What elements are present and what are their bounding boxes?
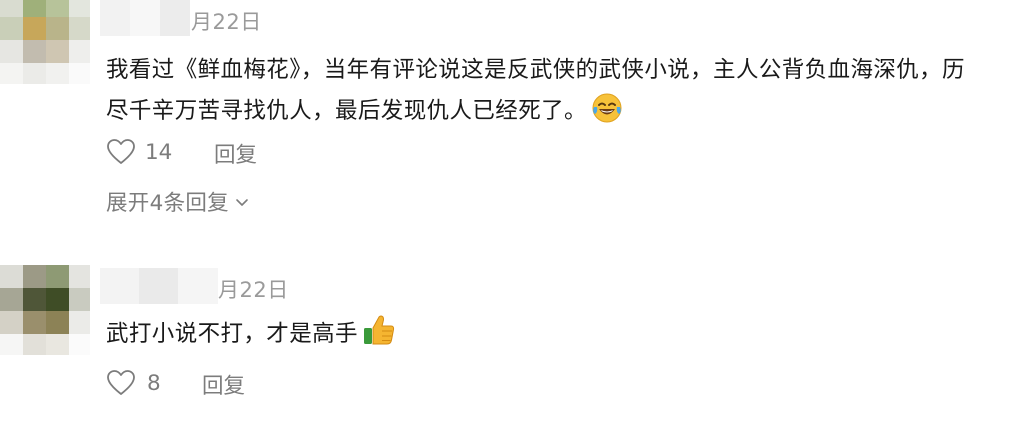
laughing-tears-emoji xyxy=(591,92,623,138)
comment-date: 月22日 xyxy=(218,278,289,302)
expand-replies-button[interactable]: 展开4条回复 xyxy=(106,186,249,217)
username-redacted[interactable] xyxy=(100,268,218,304)
like-button[interactable]: 8 xyxy=(106,369,161,397)
avatar[interactable] xyxy=(0,265,90,355)
like-button[interactable]: 14 xyxy=(106,138,172,166)
heart-icon xyxy=(106,369,136,397)
like-count: 14 xyxy=(145,139,173,165)
comment-text: 武打小说不打，才是高手 xyxy=(106,313,396,361)
comment-date: 月22日 xyxy=(191,10,262,34)
reply-button[interactable]: 回复 xyxy=(214,138,257,169)
comment-actions: 14 回复 xyxy=(106,138,306,168)
comment-text: 我看过《鲜血梅花》，当年有评论说这是反武侠的武侠小说，主人公背负血海深仇，历 尽… xyxy=(106,50,965,138)
chevron-down-icon xyxy=(235,189,249,214)
comment-line-text: 尽千辛万苦寻找仇人，最后发现仇人已经死了。 xyxy=(106,98,587,124)
reply-button[interactable]: 回复 xyxy=(202,369,245,400)
heart-icon xyxy=(106,138,136,166)
thumbs-up-emoji xyxy=(362,313,396,361)
comment-line: 尽千辛万苦寻找仇人，最后发现仇人已经死了。 xyxy=(106,91,965,138)
username-redacted[interactable] xyxy=(100,0,190,36)
comment-line: 我看过《鲜血梅花》，当年有评论说这是反武侠的武侠小说，主人公背负血海深仇，历 xyxy=(106,57,965,83)
like-count: 8 xyxy=(147,370,161,396)
comment-actions: 8 回复 xyxy=(106,369,306,399)
comment-line: 武打小说不打，才是高手 xyxy=(106,313,396,361)
expand-replies-label: 展开4条回复 xyxy=(106,191,229,216)
avatar[interactable] xyxy=(0,0,90,84)
comment-line-text: 武打小说不打，才是高手 xyxy=(106,321,358,347)
